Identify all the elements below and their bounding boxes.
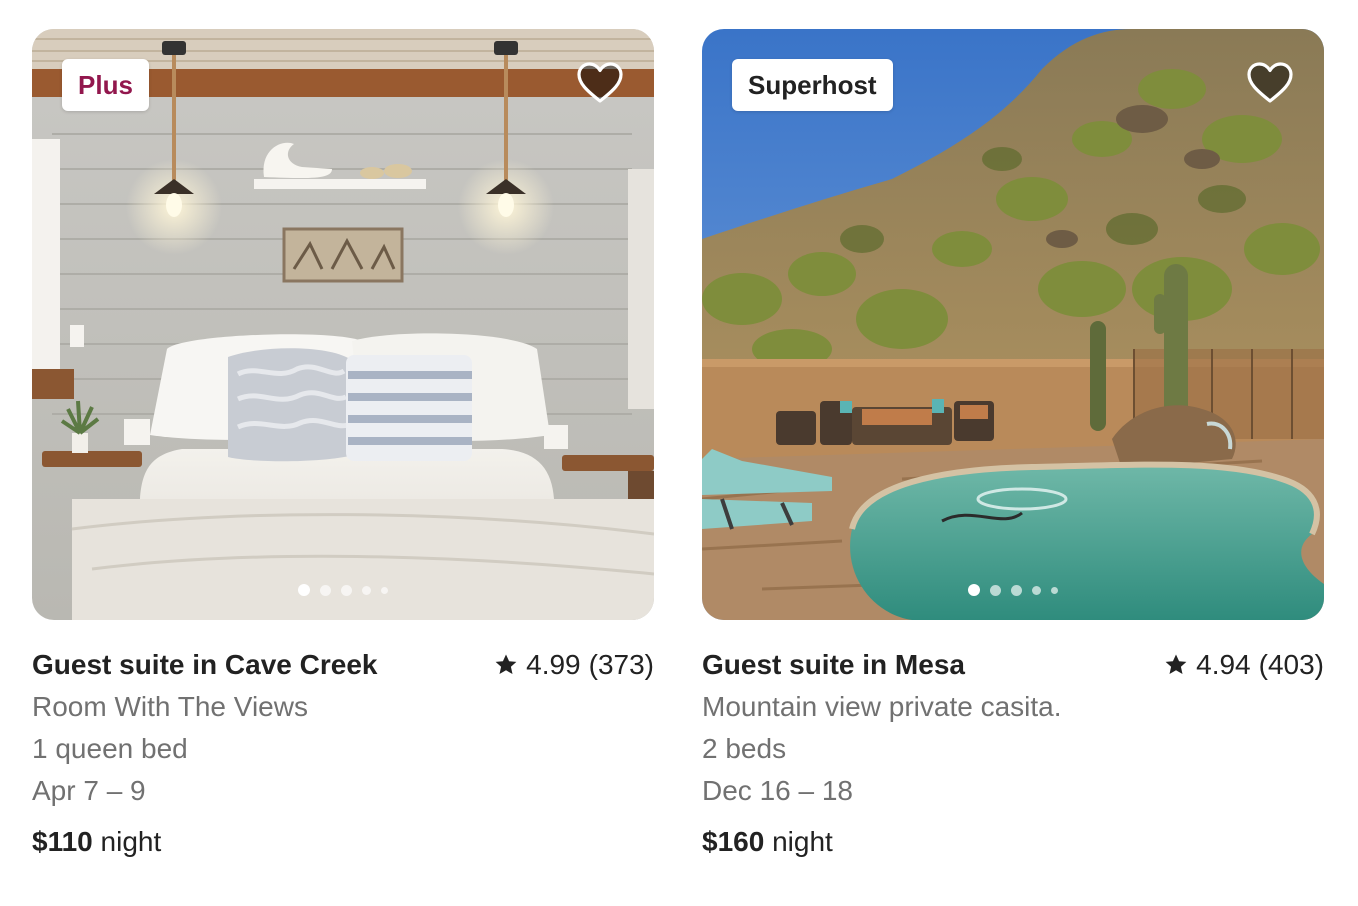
carousel-dots [702, 584, 1324, 596]
carousel-dot[interactable] [381, 586, 388, 594]
carousel-dot-active[interactable] [298, 584, 310, 596]
desert-pool-photo [702, 29, 1324, 620]
listing-description: Mountain view private casita. [702, 691, 1062, 722]
listing-info: Guest suite in Mesa 4.94 (403) Mountain … [702, 648, 1324, 860]
listing-rating: 4.99 (373) [494, 649, 654, 681]
listing-info: Guest suite in Cave Creek 4.99 (373) Roo… [32, 648, 654, 860]
listing-rating: 4.94 (403) [1164, 649, 1324, 681]
listing-beds: 2 beds [702, 733, 787, 764]
plus-badge: Plus [62, 59, 149, 111]
carousel-dots [32, 584, 654, 596]
heart-icon[interactable] [1246, 61, 1294, 105]
heart-icon[interactable] [576, 61, 624, 105]
listing-description: Room With The Views [32, 691, 308, 722]
star-icon [494, 653, 518, 677]
listing-price: $110 night [32, 824, 654, 860]
listing-card[interactable]: Plus Guest suite in Cave Creek 4.99 (373… [32, 29, 654, 860]
star-icon [1164, 653, 1188, 677]
carousel-dot[interactable] [990, 584, 1001, 596]
carousel-dot-active[interactable] [968, 584, 980, 596]
review-count: (403) [1258, 649, 1324, 680]
price-amount: $160 [702, 826, 765, 857]
superhost-badge: Superhost [732, 59, 893, 111]
carousel-dot[interactable] [1051, 586, 1058, 594]
listing-beds: 1 queen bed [32, 733, 188, 764]
bedroom-photo [32, 29, 654, 620]
listing-title[interactable]: Guest suite in Mesa [702, 649, 965, 681]
listing-dates: Dec 16 – 18 [702, 775, 853, 806]
listing-photo-carousel[interactable]: Plus [32, 29, 654, 620]
listing-title[interactable]: Guest suite in Cave Creek [32, 649, 377, 681]
carousel-dot[interactable] [320, 584, 331, 596]
carousel-dot[interactable] [1032, 585, 1041, 595]
listing-photo-carousel[interactable]: Superhost [702, 29, 1324, 620]
price-amount: $110 [32, 826, 93, 857]
listing-dates: Apr 7 – 9 [32, 775, 146, 806]
rating-score: 4.94 [1196, 649, 1251, 680]
carousel-dot[interactable] [1011, 584, 1022, 596]
price-unit: night [100, 826, 162, 857]
listing-price: $160 night [702, 824, 1324, 860]
listing-card[interactable]: Superhost Guest suite in Mesa 4.94 (403) [702, 29, 1324, 860]
price-unit: night [772, 826, 833, 857]
carousel-dot[interactable] [341, 584, 352, 596]
review-count: (373) [588, 649, 654, 680]
carousel-dot[interactable] [362, 585, 371, 595]
rating-score: 4.99 [526, 649, 581, 680]
